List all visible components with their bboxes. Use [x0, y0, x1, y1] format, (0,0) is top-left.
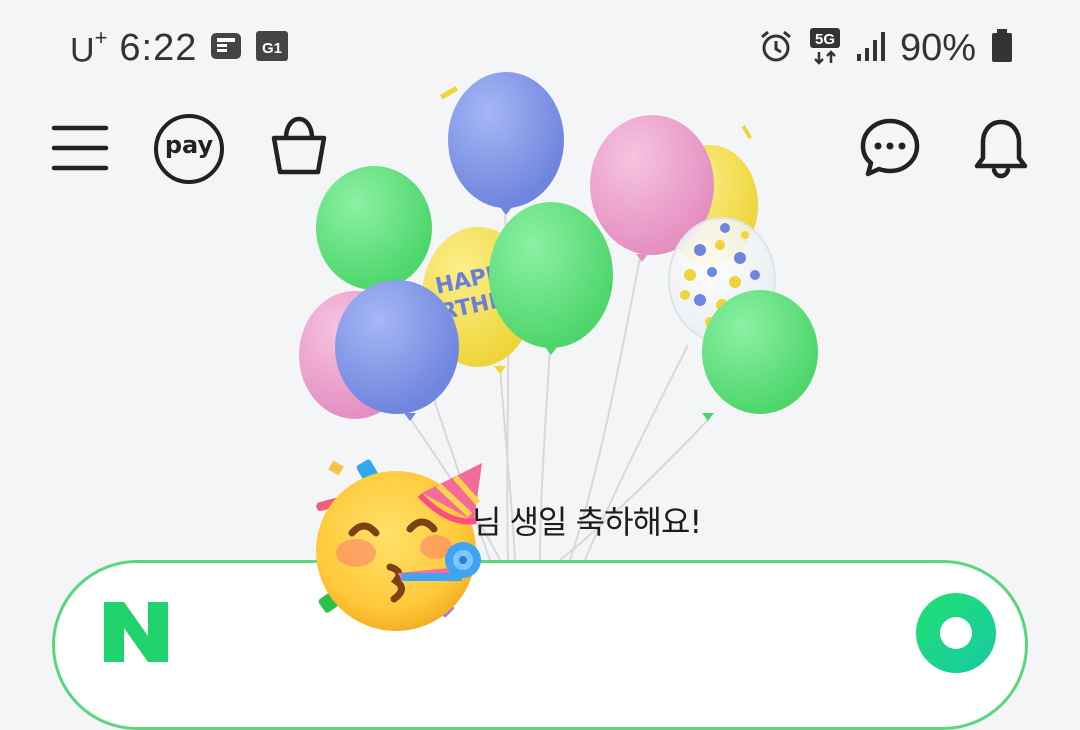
news-icon [209, 29, 243, 67]
partying-face-icon [310, 455, 490, 635]
naver-pay-button[interactable]: pay [152, 112, 226, 186]
status-left: U+ 6:22 G1 [70, 25, 289, 70]
network-5g-icon: 5G [808, 26, 842, 70]
bell-icon [974, 119, 1028, 179]
battery-percent: 90% [899, 26, 976, 69]
chat-bubble-icon [860, 118, 920, 177]
notification-button[interactable] [972, 118, 1030, 180]
app-badge-icon: G1 [255, 29, 289, 67]
green-dot-button[interactable] [915, 592, 997, 674]
search-bar[interactable] [52, 560, 1028, 730]
alarm-icon [758, 28, 794, 68]
svg-text:HAPPY: HAPPY [433, 258, 521, 300]
pay-label: pay [164, 131, 214, 159]
svg-text:BIRTHDAY: BIRTHDAY [414, 280, 541, 330]
svg-text:5G: 5G [815, 31, 835, 48]
naver-logo-icon[interactable] [102, 600, 170, 664]
signal-icon [856, 30, 886, 66]
battery-icon [990, 28, 1014, 68]
chat-button[interactable] [858, 116, 922, 180]
green-dot-icon [916, 593, 996, 673]
svg-text:G1: G1 [262, 40, 282, 57]
status-time: 6:22 [119, 26, 198, 69]
carrier-label: U+ [70, 25, 108, 70]
hamburger-menu-icon [51, 125, 109, 171]
status-right: 5G 90% [758, 26, 1014, 70]
birthday-greeting: 님 생일 축하해요! [472, 503, 702, 541]
menu-button[interactable] [50, 120, 110, 176]
status-bar: U+ 6:22 G1 5G 90% [0, 0, 1080, 95]
shopping-button[interactable] [266, 112, 332, 178]
shopping-bag-icon [271, 116, 327, 175]
